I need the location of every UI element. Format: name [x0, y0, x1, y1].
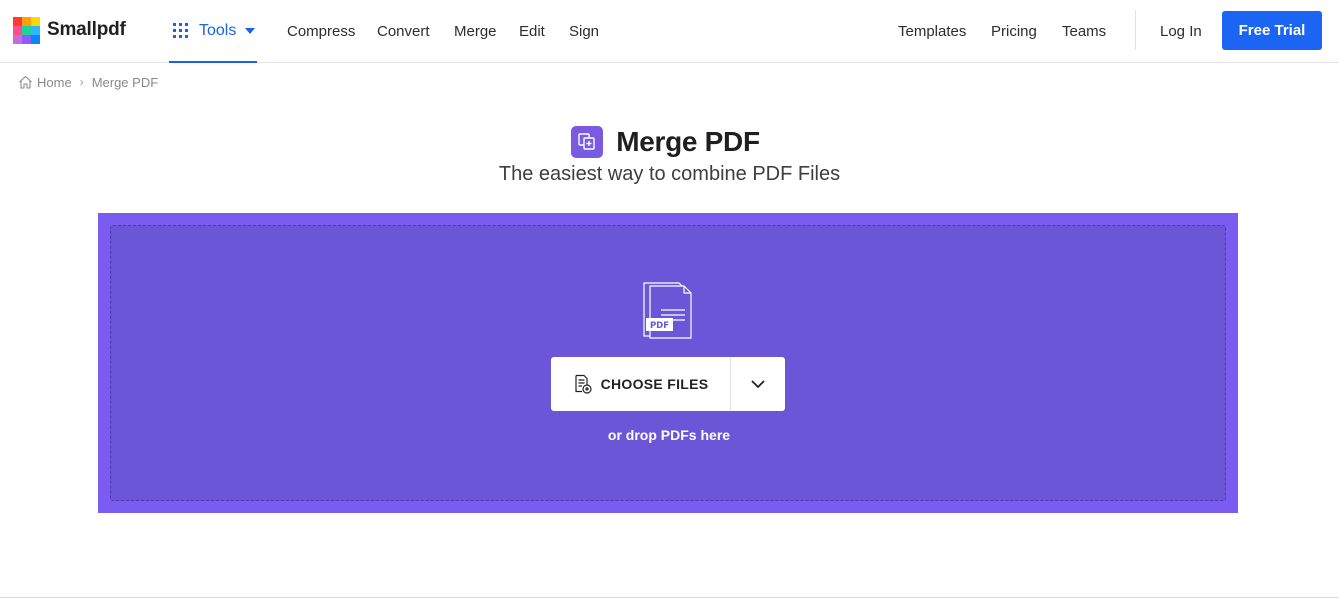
choose-files-label: CHOOSE FILES: [600, 376, 709, 392]
pdf-badge-label: PDF: [650, 321, 669, 331]
header-divider: [1135, 10, 1136, 50]
tools-menu-button[interactable]: Tools: [169, 0, 257, 63]
breadcrumb-current: Merge PDF: [91, 74, 159, 90]
breadcrumb: Home › Merge PDF: [18, 73, 158, 91]
merge-icon: [571, 126, 604, 158]
title-row: Merge PDF: [0, 124, 1339, 160]
dropzone-dashed-area[interactable]: PDF CHOOSE FILES or drop PDFs here: [110, 225, 1226, 501]
login-link[interactable]: Log In: [1160, 0, 1202, 62]
drop-hint: or drop PDFs here: [607, 427, 731, 443]
smallpdf-logo-icon: [13, 16, 40, 44]
grid-icon: [173, 23, 188, 38]
pdf-files-icon: PDF: [643, 282, 692, 339]
nav-convert[interactable]: Convert: [377, 0, 430, 62]
caret-down-icon: [245, 27, 256, 34]
breadcrumb-home[interactable]: Home: [37, 75, 72, 90]
breadcrumb-separator: ›: [79, 75, 84, 89]
home-icon: [19, 75, 32, 89]
brand-name: Smallpdf: [47, 19, 126, 40]
free-trial-button[interactable]: Free Trial: [1222, 11, 1322, 50]
chevron-down-icon: [751, 380, 765, 388]
nav-pricing[interactable]: Pricing: [991, 0, 1037, 62]
nav-teams[interactable]: Teams: [1062, 0, 1106, 62]
page-bottom-divider: [0, 597, 1339, 598]
page-subtitle: The easiest way to combine PDF Files: [498, 163, 841, 185]
nav-merge[interactable]: Merge: [454, 0, 497, 62]
top-navigation-bar: Smallpdf Tools Compress Convert Merge Ed…: [0, 0, 1339, 63]
nav-templates[interactable]: Templates: [898, 0, 966, 62]
add-file-icon: [574, 374, 592, 394]
file-dropzone[interactable]: PDF CHOOSE FILES or drop PDFs here: [98, 213, 1238, 513]
page-title: Merge PDF: [616, 126, 760, 157]
nav-compress[interactable]: Compress: [287, 0, 355, 62]
nav-sign[interactable]: Sign: [569, 0, 599, 62]
smallpdf-logo[interactable]: Smallpdf: [13, 16, 126, 44]
nav-edit[interactable]: Edit: [519, 0, 545, 62]
choose-files-button[interactable]: CHOOSE FILES: [551, 357, 731, 411]
tools-label: Tools: [199, 21, 237, 39]
choose-files-dropdown[interactable]: [731, 357, 785, 411]
choose-files-button-group: CHOOSE FILES: [551, 357, 785, 411]
